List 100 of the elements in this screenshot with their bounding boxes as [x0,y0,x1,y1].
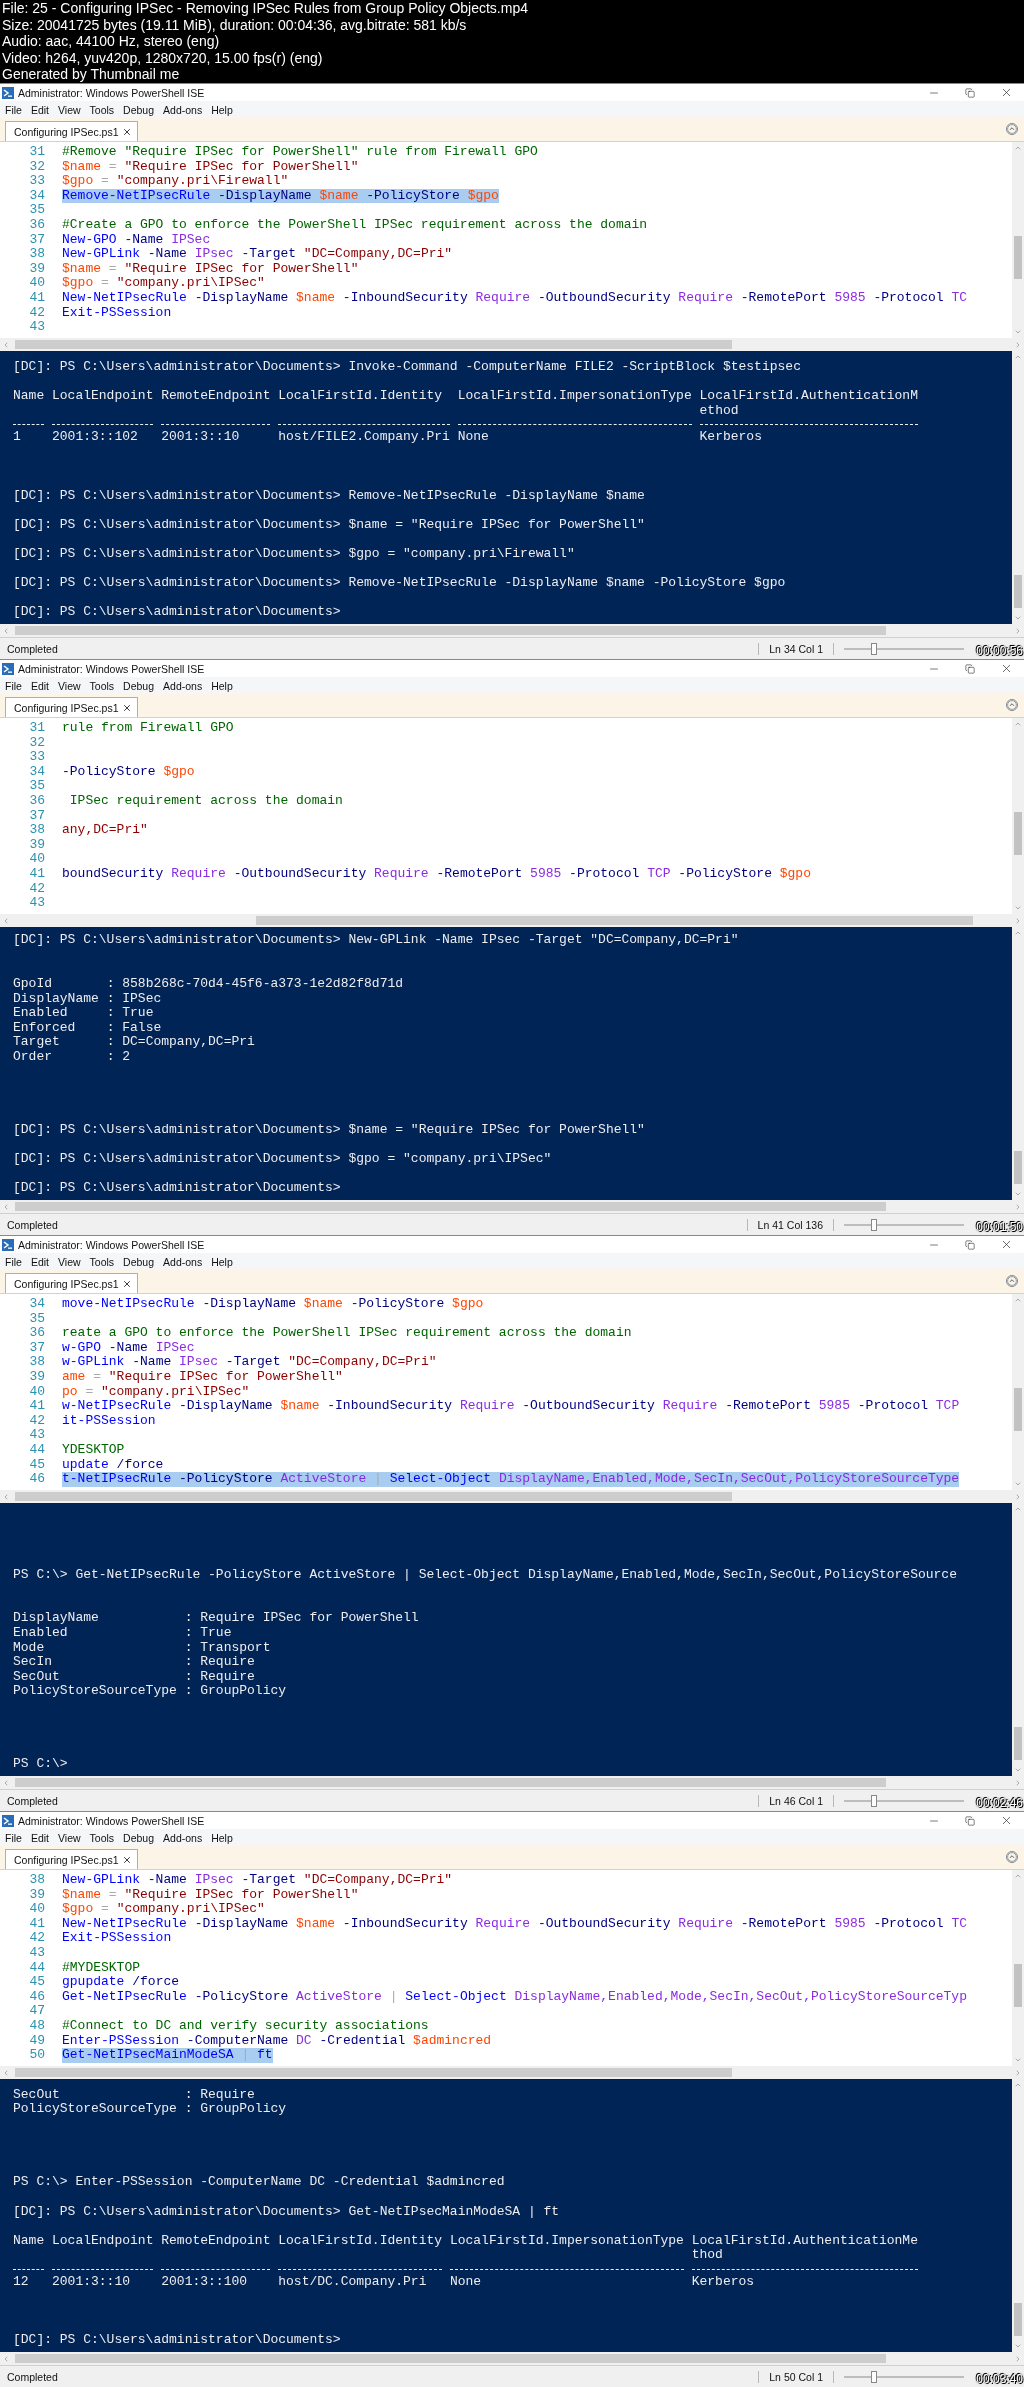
horizontal-scrollbar[interactable] [0,914,1024,927]
menu-item[interactable]: Edit [30,1831,49,1844]
scroll-thumb[interactable] [15,2068,733,2077]
scroll-thumb[interactable] [15,2354,886,2363]
restore-icon[interactable] [965,87,975,98]
menu-item[interactable]: Help [211,1255,233,1268]
scroll-down-icon[interactable] [1014,1190,1022,1198]
collapse-icon[interactable] [1006,1275,1018,1287]
menu-item[interactable]: View [58,103,81,116]
scroll-left-icon[interactable] [2,916,10,925]
menu-item[interactable]: View [58,1831,81,1844]
scroll-thumb[interactable] [15,1778,886,1787]
menu-item[interactable]: Tools [89,1255,115,1268]
scroll-right-icon[interactable] [1014,2354,1022,2363]
scroll-up-icon[interactable] [1014,720,1022,728]
scroll-left-icon[interactable] [2,2354,10,2363]
menu-item[interactable]: Edit [30,679,49,692]
scroll-down-icon[interactable] [1014,2056,1022,2064]
close-icon[interactable] [122,1278,133,1289]
menu-item[interactable]: Edit [30,103,49,116]
horizontal-scrollbar[interactable] [0,338,1024,351]
vertical-scrollbar[interactable] [1012,142,1024,338]
menu-item[interactable]: Add-ons [163,103,203,116]
vertical-scrollbar[interactable] [1012,718,1024,914]
close-icon[interactable] [122,702,133,713]
zoom-slider[interactable] [844,1218,964,1231]
menu-item[interactable]: View [58,1255,81,1268]
scroll-right-icon[interactable] [1014,1202,1022,1211]
scroll-up-icon[interactable] [1014,353,1022,361]
scroll-up-icon[interactable] [1014,1872,1022,1880]
collapse-icon[interactable] [1006,1851,1018,1863]
menu-item[interactable]: File [5,679,22,692]
scroll-up-icon[interactable] [1014,144,1022,152]
menu-item[interactable]: Debug [123,1255,155,1268]
scroll-left-icon[interactable] [2,340,10,349]
horizontal-scrollbar[interactable] [0,1776,1024,1789]
collapse-icon[interactable] [1006,123,1018,135]
menu-item[interactable]: Help [211,1831,233,1844]
menu-item[interactable]: Help [211,103,233,116]
scroll-up-icon[interactable] [1014,1505,1022,1513]
restore-icon[interactable] [965,1815,975,1826]
scroll-right-icon[interactable] [1014,916,1022,925]
scroll-right-icon[interactable] [1014,340,1022,349]
scroll-thumb[interactable] [1014,1388,1022,1432]
menu-item[interactable]: Debug [123,103,155,116]
scroll-thumb[interactable] [15,340,733,349]
menu-item[interactable]: Add-ons [163,1255,203,1268]
scroll-thumb[interactable] [1014,236,1022,280]
menu-item[interactable]: Debug [123,679,155,692]
restore-icon[interactable] [965,1239,975,1250]
scroll-left-icon[interactable] [2,626,10,635]
menu-item[interactable]: Edit [30,1255,49,1268]
file-tab[interactable]: Configuring IPSec.ps1 [5,1849,139,1869]
scroll-thumb[interactable] [256,916,973,925]
menu-item[interactable]: Help [211,679,233,692]
scroll-thumb[interactable] [15,1202,886,1211]
scroll-up-icon[interactable] [1014,1296,1022,1304]
horizontal-scrollbar[interactable] [0,2352,1024,2365]
collapse-icon[interactable] [1006,699,1018,711]
scroll-left-icon[interactable] [2,2068,10,2077]
scroll-thumb[interactable] [1014,1964,1022,2008]
menu-item[interactable]: View [58,679,81,692]
scroll-right-icon[interactable] [1014,2068,1022,2077]
horizontal-scrollbar[interactable] [0,1200,1024,1213]
scroll-thumb[interactable] [15,626,886,635]
horizontal-scrollbar[interactable] [0,1490,1024,1503]
zoom-slider[interactable] [844,2370,964,2383]
menu-item[interactable]: File [5,1831,22,1844]
scroll-left-icon[interactable] [2,1492,10,1501]
scroll-left-icon[interactable] [2,1778,10,1787]
scroll-up-icon[interactable] [1014,2081,1022,2089]
scroll-thumb[interactable] [1014,1726,1022,1760]
scroll-right-icon[interactable] [1014,626,1022,635]
file-tab[interactable]: Configuring IPSec.ps1 [5,697,139,717]
file-tab[interactable]: Configuring IPSec.ps1 [5,121,139,141]
scroll-thumb[interactable] [15,1492,733,1501]
scroll-thumb[interactable] [1014,812,1022,856]
scroll-down-icon[interactable] [1014,1480,1022,1488]
menu-item[interactable]: Add-ons [163,1831,203,1844]
menu-item[interactable]: Add-ons [163,679,203,692]
menu-item[interactable]: File [5,103,22,116]
scroll-down-icon[interactable] [1014,328,1022,336]
file-tab[interactable]: Configuring IPSec.ps1 [5,1273,139,1293]
zoom-slider[interactable] [844,642,964,655]
menu-item[interactable]: Tools [89,679,115,692]
scroll-right-icon[interactable] [1014,1778,1022,1787]
scroll-up-icon[interactable] [1014,929,1022,937]
vertical-scrollbar[interactable] [1012,1870,1024,2066]
close-icon[interactable] [122,126,133,137]
close-icon[interactable] [122,1854,133,1865]
scroll-left-icon[interactable] [2,1202,10,1211]
scroll-down-icon[interactable] [1014,614,1022,622]
menu-item[interactable]: Debug [123,1831,155,1844]
zoom-slider[interactable] [844,1794,964,1807]
menu-item[interactable]: Tools [89,103,115,116]
horizontal-scrollbar[interactable] [0,2066,1024,2079]
scroll-thumb[interactable] [1014,1150,1022,1184]
scroll-thumb[interactable] [1014,2302,1022,2336]
scroll-down-icon[interactable] [1014,904,1022,912]
scroll-right-icon[interactable] [1014,1492,1022,1501]
